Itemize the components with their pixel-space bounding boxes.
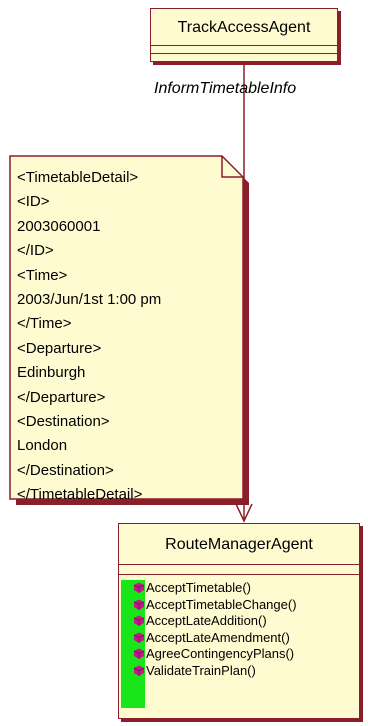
operation-label: AgreeContingencyPlans() [146,646,295,661]
method-icon [133,665,145,677]
note-line: <ID> [17,193,50,211]
route-manager-agent-class[interactable]: RouteManagerAgent AcceptTimetable() Acce… [118,523,360,719]
timetable-note[interactable]: <TimetableDetail> <ID> 2003060001 </ID> … [17,166,161,508]
note-line: </Destination> [17,461,114,479]
class-name: TrackAccessAgent [177,19,311,36]
operation-list: AcceptTimetable() AcceptTimetableChange(… [133,580,297,679]
operation-item[interactable]: AgreeContingencyPlans() [133,646,297,663]
note-line: </Time> [17,315,72,333]
method-icon [133,648,145,660]
note-line: </ID> [17,242,54,260]
note-line: 2003/Jun/1st 1:00 pm [17,291,162,309]
operation-divider [119,574,359,575]
note-line: 2003060001 [17,217,101,235]
operation-label: AcceptLateAmendment() [146,629,290,645]
operation-label: AcceptTimetable() [146,580,251,595]
operation-item[interactable]: AcceptLateAmendment() [133,630,297,647]
class-name: RouteManagerAgent [165,536,313,553]
note-line: Edinburgh [17,364,86,382]
track-access-agent-class[interactable]: TrackAccessAgent [150,8,338,62]
association-label: InformTimetableInfo [154,80,297,97]
operation-item[interactable]: AcceptTimetable() [133,580,297,597]
operation-divider [151,53,337,54]
note-line: <TimetableDetail> [17,169,139,186]
method-icon [133,599,145,611]
operation-label: ValidateTrainPlan() [146,662,256,678]
note-line: </Departure> [17,388,106,406]
method-icon [133,632,145,644]
note-line: <Time> [17,266,68,284]
operation-item[interactable]: AcceptTimetableChange() [133,597,297,614]
method-icon [133,615,145,627]
operation-label: AcceptTimetableChange() [146,596,297,612]
method-icon [133,582,145,594]
note-line: <Destination> [17,413,110,431]
attribute-divider [119,564,359,565]
note-line: </TimetableDetail> [17,486,143,504]
operation-item[interactable]: AcceptLateAddition() [133,613,297,630]
attribute-divider [151,45,337,46]
note-line: London [17,437,68,455]
note-line: <Departure> [17,339,102,357]
operation-item[interactable]: ValidateTrainPlan() [133,663,297,680]
operation-label: AcceptLateAddition() [146,613,267,628]
